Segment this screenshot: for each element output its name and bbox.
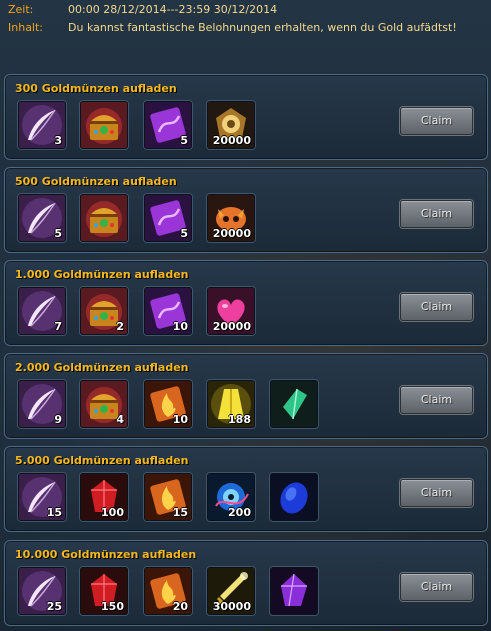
time-value: 00:00 28/12/2014---23:59 30/12/2014 — [68, 3, 278, 16]
reward-quantity: 5 — [54, 227, 62, 240]
reward-slot[interactable]: 20000 — [207, 194, 255, 242]
reward-tier-panel: 300 Goldmünzen aufladen 3 5 20000 Claim — [4, 74, 488, 160]
reward-slot[interactable]: 2 — [80, 287, 128, 335]
tier-title: 10.000 Goldmünzen aufladen — [15, 548, 197, 561]
reward-quantity: 25 — [46, 600, 62, 613]
claim-button[interactable]: Claim — [400, 479, 473, 507]
reward-slot[interactable]: 5 — [144, 194, 192, 242]
reward-slot[interactable]: 20 — [144, 567, 192, 615]
reward-quantity: 20 — [172, 600, 188, 613]
claim-button[interactable]: Claim — [400, 386, 473, 414]
reward-quantity: 150 — [101, 600, 124, 613]
reward-slot[interactable]: 150 — [80, 567, 128, 615]
reward-quantity: 20000 — [212, 134, 251, 147]
reward-quantity: 5 — [180, 227, 188, 240]
tier-title: 300 Goldmünzen aufladen — [15, 82, 177, 95]
reward-slot[interactable]: 20000 — [207, 101, 255, 149]
reward-tier-panel: 1.000 Goldmünzen aufladen 7 2 10 20000 Claim — [4, 260, 488, 346]
reward-slot[interactable] — [270, 567, 318, 615]
reward-quantity: 9 — [54, 413, 62, 426]
tier-title: 1.000 Goldmünzen aufladen — [15, 268, 189, 281]
reward-slot[interactable]: 25 — [18, 567, 66, 615]
reward-slot[interactable] — [270, 380, 318, 428]
reward-tier-panel: 10.000 Goldmünzen aufladen 25 150 20 30000 Cl… — [4, 540, 488, 626]
claim-button[interactable]: Claim — [400, 107, 473, 135]
reward-slot[interactable]: 188 — [207, 380, 255, 428]
reward-quantity: 3 — [54, 134, 62, 147]
reward-slot[interactable]: 9 — [18, 380, 66, 428]
reward-quantity: 20000 — [212, 227, 251, 240]
reward-tier-panel: 5.000 Goldmünzen aufladen 15 100 15 200 Claim — [4, 446, 488, 532]
reward-quantity: 5 — [180, 134, 188, 147]
reward-quantity: 100 — [101, 506, 124, 519]
reward-slot[interactable]: 4 — [80, 380, 128, 428]
reward-slot[interactable]: 7 — [18, 287, 66, 335]
reward-slot[interactable]: 30000 — [207, 567, 255, 615]
claim-button[interactable]: Claim — [400, 293, 473, 321]
tier-title: 500 Goldmünzen aufladen — [15, 175, 177, 188]
reward-tier-panel: 500 Goldmünzen aufladen 5 5 20000 Claim — [4, 167, 488, 253]
reward-slot[interactable]: 20000 — [207, 287, 255, 335]
reward-slot[interactable]: 200 — [207, 473, 255, 521]
content-value: Du kannst fantastische Belohnungen erhal… — [68, 21, 457, 34]
reward-tier-panel: 2.000 Goldmünzen aufladen 9 4 10 188 Claim — [4, 353, 488, 439]
reward-quantity: 4 — [116, 413, 124, 426]
reward-slot[interactable]: 15 — [18, 473, 66, 521]
reward-slot[interactable]: 5 — [144, 101, 192, 149]
reward-slot[interactable]: 3 — [18, 101, 66, 149]
reward-quantity: 15 — [172, 506, 188, 519]
claim-button[interactable]: Claim — [400, 573, 473, 601]
reward-slot[interactable] — [80, 194, 128, 242]
tier-title: 5.000 Goldmünzen aufladen — [15, 454, 189, 467]
reward-quantity: 20000 — [212, 320, 251, 333]
reward-slot[interactable] — [80, 101, 128, 149]
reward-slot[interactable]: 100 — [80, 473, 128, 521]
reward-quantity: 15 — [46, 506, 62, 519]
reward-slot[interactable]: 15 — [144, 473, 192, 521]
reward-slot[interactable] — [270, 473, 318, 521]
reward-slot[interactable]: 10 — [144, 287, 192, 335]
tier-title: 2.000 Goldmünzen aufladen — [15, 361, 189, 374]
reward-quantity: 200 — [228, 506, 251, 519]
time-label: Zeit: — [8, 3, 34, 16]
reward-quantity: 30000 — [212, 600, 251, 613]
reward-quantity: 188 — [228, 413, 251, 426]
event-header: Zeit: 00:00 28/12/2014---23:59 30/12/201… — [0, 0, 491, 62]
claim-button[interactable]: Claim — [400, 200, 473, 228]
reward-slot[interactable]: 10 — [144, 380, 192, 428]
reward-quantity: 2 — [116, 320, 124, 333]
content-label: Inhalt: — [8, 21, 44, 34]
reward-slot[interactable]: 5 — [18, 194, 66, 242]
reward-quantity: 10 — [172, 320, 188, 333]
reward-quantity: 7 — [54, 320, 62, 333]
reward-quantity: 10 — [172, 413, 188, 426]
